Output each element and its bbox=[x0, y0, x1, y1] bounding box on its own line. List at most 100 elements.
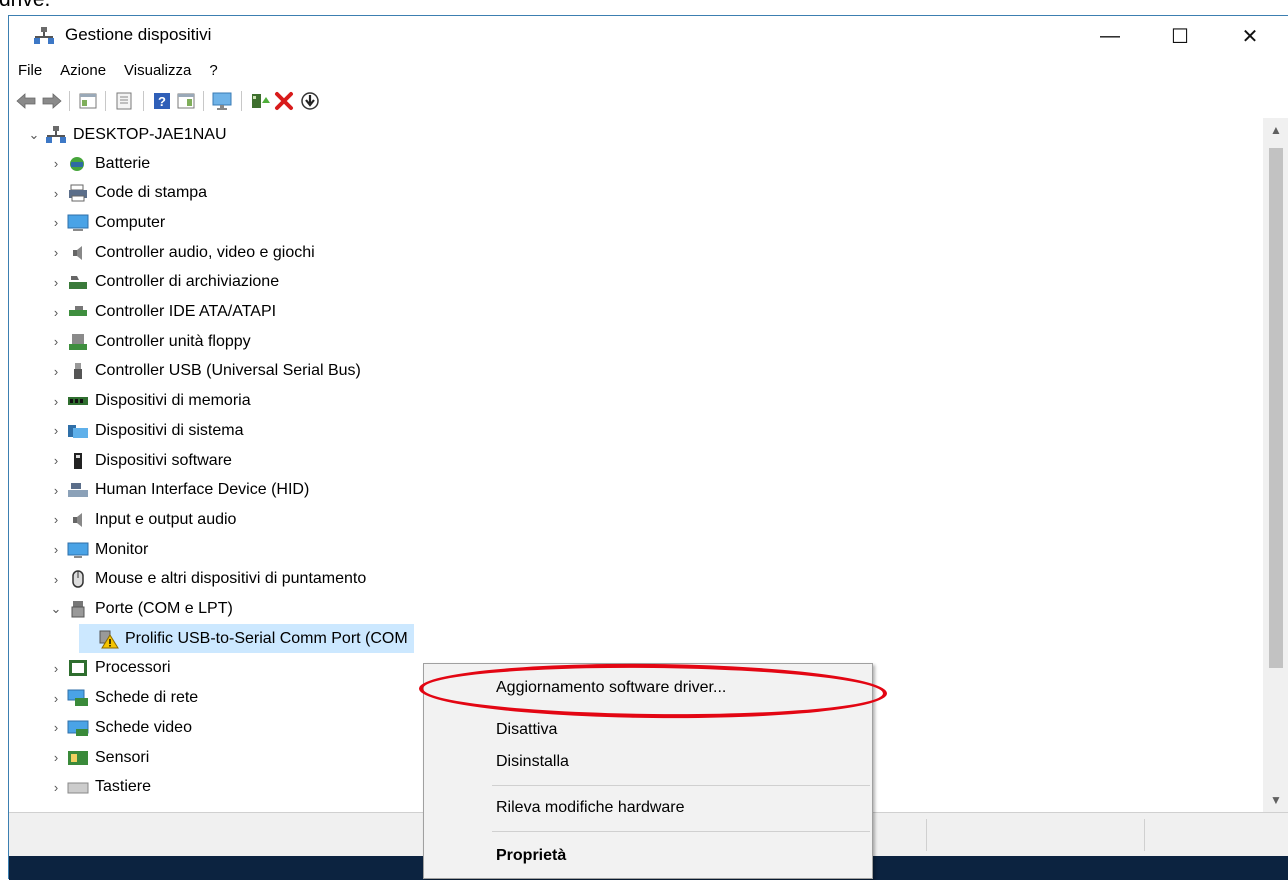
chevron-right-icon[interactable]: › bbox=[49, 305, 63, 320]
tree-item[interactable]: › Controller USB (Universal Serial Bus) bbox=[49, 357, 361, 386]
chevron-right-icon[interactable]: › bbox=[49, 780, 63, 795]
tree-root[interactable]: ⌄ DESKTOP-JAE1NAU bbox=[27, 120, 227, 149]
mouse-icon bbox=[72, 570, 84, 589]
chevron-right-icon[interactable]: › bbox=[49, 572, 63, 587]
storage-icon bbox=[69, 276, 87, 290]
monitor-icon bbox=[67, 542, 89, 558]
close-button[interactable]: ✕ bbox=[1227, 16, 1273, 56]
tree-item[interactable]: › Controller unità floppy bbox=[49, 327, 251, 356]
chevron-right-icon[interactable]: › bbox=[49, 750, 63, 765]
menu-help[interactable]: ? bbox=[202, 62, 224, 79]
tree-item[interactable]: › Batterie bbox=[49, 149, 150, 178]
scroll-up-icon[interactable]: ▲ bbox=[1263, 118, 1288, 142]
tree-item-label: Tastiere bbox=[95, 778, 152, 796]
chevron-right-icon[interactable]: › bbox=[49, 720, 63, 735]
chevron-down-icon[interactable]: ⌄ bbox=[49, 601, 63, 617]
tree-item-selected[interactable]: Prolific USB-to-Serial Comm Port (COM bbox=[79, 624, 414, 654]
tree-item[interactable]: › Controller audio, video e giochi bbox=[49, 238, 315, 267]
chevron-down-icon[interactable]: ⌄ bbox=[27, 127, 41, 143]
tree-item[interactable]: › Dispositivi software bbox=[49, 446, 232, 475]
chevron-right-icon[interactable]: › bbox=[49, 394, 63, 409]
video-card-icon bbox=[67, 720, 89, 736]
chevron-right-icon[interactable]: › bbox=[49, 364, 63, 379]
forward-arrow-icon[interactable] bbox=[41, 90, 63, 112]
chevron-right-icon[interactable]: › bbox=[49, 215, 63, 230]
tree-item[interactable]: › Computer bbox=[49, 208, 165, 237]
action-pane-icon[interactable] bbox=[175, 90, 197, 112]
tree-item-label: Computer bbox=[95, 213, 166, 231]
tree-item[interactable]: › Mouse e altri dispositivi di puntamento bbox=[49, 565, 366, 594]
tree-item-label: Input e output audio bbox=[95, 510, 237, 528]
uninstall-x-icon[interactable] bbox=[273, 90, 295, 112]
tree-item[interactable]: › Sensori bbox=[49, 743, 149, 772]
tree-item-label: Human Interface Device (HID) bbox=[95, 481, 310, 499]
chevron-right-icon[interactable]: › bbox=[49, 186, 63, 201]
menu-visualizza[interactable]: Visualizza bbox=[117, 62, 198, 79]
chevron-right-icon[interactable]: › bbox=[49, 661, 63, 676]
chevron-right-icon[interactable]: › bbox=[49, 275, 63, 290]
tree-item[interactable]: › Human Interface Device (HID) bbox=[49, 476, 309, 505]
tree-item[interactable]: › Processori bbox=[49, 654, 171, 683]
chevron-right-icon[interactable]: › bbox=[49, 512, 63, 527]
title-bar: Gestione dispositivi — ☐ ✕ bbox=[9, 16, 1288, 56]
chevron-right-icon[interactable]: › bbox=[49, 453, 63, 468]
tree-item-label: Controller IDE ATA/ATAPI bbox=[95, 303, 277, 320]
chevron-right-icon[interactable]: › bbox=[49, 156, 63, 171]
tree-item[interactable]: › Schede video bbox=[49, 713, 192, 742]
properties-icon[interactable] bbox=[113, 90, 135, 112]
context-separator bbox=[492, 785, 870, 786]
tree-item-label: Sensori bbox=[95, 748, 150, 766]
vertical-scrollbar[interactable]: ▲ ▼ bbox=[1263, 118, 1288, 812]
tree-item-label: Code di stampa bbox=[95, 184, 208, 202]
tree-item-label: Porte (COM e LPT) bbox=[95, 600, 233, 617]
maximize-button[interactable]: ☐ bbox=[1157, 16, 1203, 56]
tree-item[interactable]: › Tastiere bbox=[49, 773, 151, 802]
tree-item-label: Mouse e altri dispositivi di puntamento bbox=[95, 570, 367, 588]
back-arrow-icon[interactable] bbox=[15, 90, 37, 112]
menu-properties[interactable]: Proprietà bbox=[424, 840, 872, 872]
tree-item-label: Batterie bbox=[95, 154, 151, 172]
tree-item-label: Controller USB (Universal Serial Bus) bbox=[95, 362, 361, 380]
chevron-right-icon[interactable]: › bbox=[49, 245, 63, 260]
tree-item[interactable]: › Dispositivi di sistema bbox=[49, 416, 244, 445]
system-folder-icon bbox=[68, 424, 88, 438]
scroll-down-icon[interactable]: ▼ bbox=[1263, 788, 1288, 812]
tree-item-label: Processori bbox=[95, 659, 171, 677]
tree-item-label: Schede video bbox=[95, 718, 192, 736]
tree-item[interactable]: › Schede di rete bbox=[49, 684, 198, 713]
menu-disable[interactable]: Disattiva bbox=[424, 714, 872, 746]
scrollbar-thumb[interactable] bbox=[1269, 148, 1283, 668]
tree-item[interactable]: › Monitor bbox=[49, 535, 148, 564]
menu-azione[interactable]: Azione bbox=[53, 62, 113, 79]
tree-item[interactable]: › Dispositivi di memoria bbox=[49, 387, 251, 416]
chevron-right-icon[interactable]: › bbox=[49, 542, 63, 557]
update-driver-icon[interactable] bbox=[249, 90, 271, 112]
context-separator bbox=[492, 831, 870, 832]
chevron-right-icon[interactable]: › bbox=[49, 423, 63, 438]
warning-port-icon bbox=[99, 630, 119, 649]
disable-device-icon[interactable] bbox=[299, 90, 321, 112]
tree-item[interactable]: ⌄ Porte (COM e LPT) bbox=[49, 595, 233, 624]
ide-icon bbox=[69, 306, 87, 316]
minimize-button[interactable]: — bbox=[1087, 16, 1133, 56]
chevron-right-icon[interactable]: › bbox=[49, 483, 63, 498]
show-hide-console-tree-icon[interactable] bbox=[77, 90, 99, 112]
device-manager-app-icon bbox=[34, 27, 54, 44]
tree-item[interactable]: › Controller di archiviazione bbox=[49, 268, 279, 297]
tree-item[interactable]: › Code di stampa bbox=[49, 179, 207, 208]
tree-item[interactable]: › Controller IDE ATA/ATAPI bbox=[49, 298, 276, 327]
chevron-right-icon[interactable]: › bbox=[49, 691, 63, 706]
menu-file[interactable]: File bbox=[18, 62, 49, 79]
tree-item[interactable]: › Input e output audio bbox=[49, 505, 237, 534]
menu-bar: File Azione Visualizza ? bbox=[9, 56, 1288, 84]
chevron-right-icon[interactable]: › bbox=[49, 334, 63, 349]
help-icon[interactable]: ? bbox=[151, 90, 173, 112]
menu-scan-hardware[interactable]: Rileva modifiche hardware bbox=[424, 792, 872, 824]
speaker-icon bbox=[73, 512, 82, 527]
tree-item-label: Dispositivi di memoria bbox=[95, 392, 251, 410]
menu-uninstall[interactable]: Disinstalla bbox=[424, 746, 872, 778]
tree-item-label: Controller unità floppy bbox=[95, 332, 251, 350]
floppy-icon bbox=[69, 333, 87, 350]
monitor-scan-icon[interactable] bbox=[211, 90, 233, 112]
top-text-fragment: drive. bbox=[0, 0, 1288, 16]
